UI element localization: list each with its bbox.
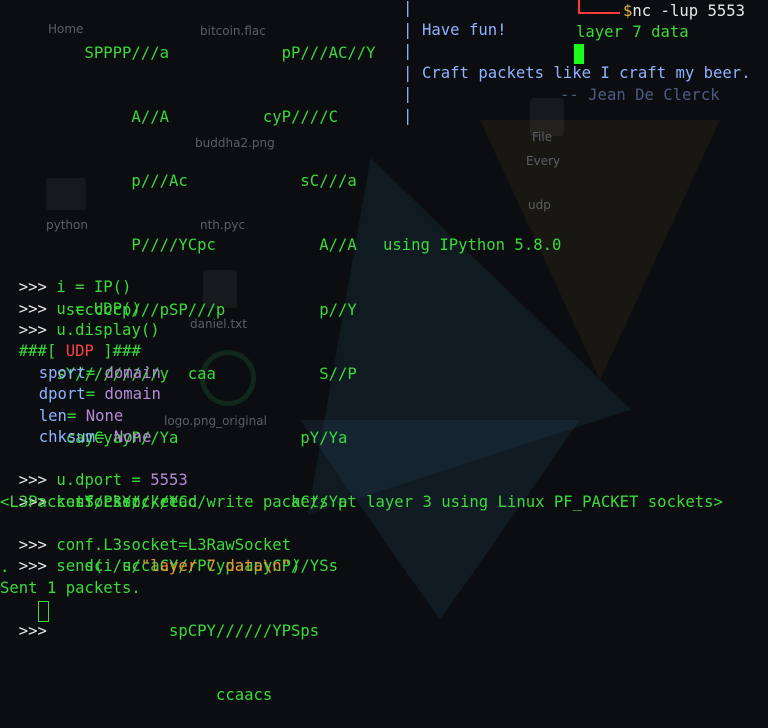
command-text: send(i/u/ <box>56 557 141 576</box>
field-name: chksum <box>38 428 96 447</box>
field-equals: = <box>95 428 105 447</box>
nc-cursor <box>574 44 584 64</box>
banner-quote-author: -- Jean De Clerck <box>560 86 720 104</box>
art-line: ccaacs <box>0 685 273 704</box>
art-line: A//A cyP////C <box>0 108 338 127</box>
banner-separator: | <box>403 85 413 103</box>
banner-separator: | <box>403 21 413 39</box>
art-line: P////YCpc A//A <box>0 236 357 255</box>
banner-fun-text: Have fun! <box>422 21 507 39</box>
desktop-icon-label-udp[interactable]: udp <box>528 198 551 212</box>
art-line: SPPPP///a pP///AC//Y <box>0 43 376 62</box>
command-text: ) <box>291 557 301 576</box>
prompt: >>> <box>18 622 47 641</box>
banner-separator: | <box>403 0 413 17</box>
art-line: p///Ac sC///a <box>0 172 357 191</box>
nc-command-line: $nc -lup 5553 <box>623 1 745 22</box>
string-literal: "layer 7 data\n" <box>140 557 292 576</box>
nc-prompt-connector <box>578 0 620 14</box>
banner-separator: | <box>403 107 413 125</box>
progress-dot: . <box>0 558 10 576</box>
terminal-cursor[interactable] <box>38 601 49 622</box>
nc-command: nc -lup 5553 <box>632 2 746 20</box>
ipython-version: using IPython 5.8.0 <box>383 236 562 254</box>
art-line: spCPY//////YPSps <box>0 621 320 640</box>
send-result: Sent 1 packets. <box>0 579 141 597</box>
session-line-7: >>> send(i/u/"layer 7 data\n") <box>0 535 301 578</box>
desktop-icon-label-file[interactable]: File <box>532 130 552 144</box>
desktop-icon-label-every[interactable]: Every <box>526 154 560 168</box>
prompt: >>> <box>18 557 47 576</box>
field-row-chksum: chksum= None <box>20 406 152 449</box>
shell-prompt-symbol: $ <box>623 2 633 20</box>
socket-output: <L3PacketSocket: read/write packets at l… <box>0 493 723 511</box>
banner-separator: | <box>403 64 413 82</box>
nc-received-data: layer 7 data <box>576 23 689 41</box>
banner-separator: | <box>403 42 413 60</box>
field-value: None <box>113 428 152 447</box>
banner-quote: Craft packets like I craft my beer. <box>422 64 751 82</box>
